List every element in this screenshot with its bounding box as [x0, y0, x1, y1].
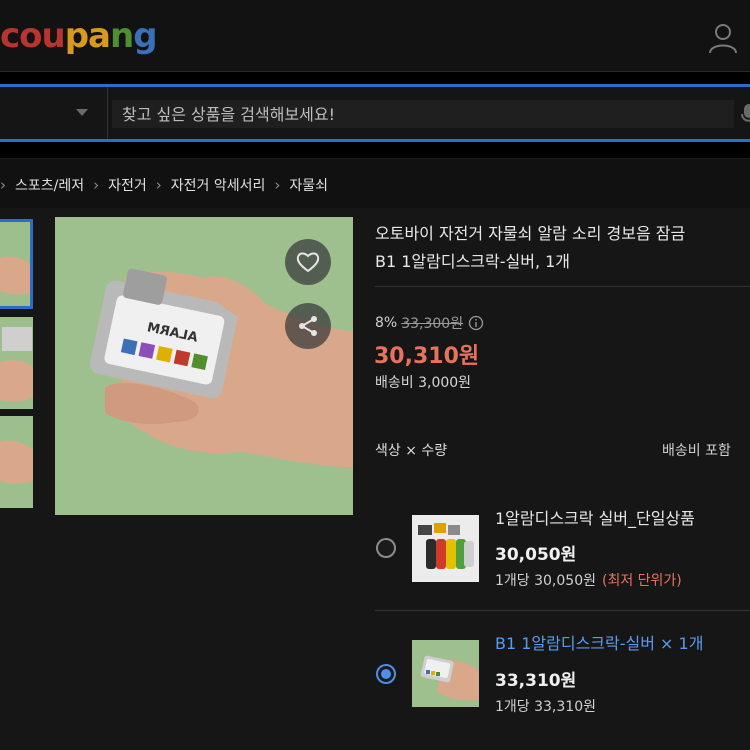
gallery-thumbnail[interactable]: [0, 317, 33, 409]
gallery-thumbnail[interactable]: [0, 219, 33, 309]
info-icon[interactable]: [468, 315, 484, 331]
option-thumbnail[interactable]: [412, 640, 479, 707]
option-unit-price: 1개당 30,050원 (최저 단위가): [495, 570, 682, 590]
gallery-thumbnail[interactable]: [0, 416, 33, 508]
option-price: 33,310원: [495, 671, 577, 691]
logo-part-3: n: [110, 16, 134, 56]
product-title-line-1: 오토바이 자전거 자물쇠 알람 소리 경보음 잠금: [375, 224, 686, 243]
product-title-line-2: B1 1알람디스크락-실버, 1개: [375, 252, 571, 271]
logo-part-4: g: [133, 16, 157, 56]
caret-down-icon: [76, 109, 88, 116]
search-input[interactable]: [112, 100, 734, 128]
option-radio-selected[interactable]: [376, 664, 396, 684]
option-unit-price: 1개당 33,310원: [495, 699, 596, 715]
chevron-right-icon: ›: [274, 176, 281, 194]
divider: [375, 286, 750, 287]
shipping-included-toggle[interactable]: 배송비 포함: [662, 440, 731, 460]
chevron-right-icon: ›: [93, 176, 100, 194]
divider: [375, 610, 750, 611]
lowest-unit-price-badge: (최저 단위가): [601, 573, 682, 589]
chevron-right-icon: ›: [155, 176, 162, 194]
sale-price: 30,310원: [374, 344, 480, 369]
share-icon: [299, 316, 317, 336]
product-title: 오토바이 자전거 자물쇠 알람 소리 경보음 잠금 B1 1알람디스크락-실버,…: [375, 220, 750, 276]
logo-part-1: cou: [0, 16, 66, 56]
mic-icon[interactable]: [740, 101, 750, 127]
logo-part-2: pa: [64, 16, 111, 56]
chevron-right-icon: ›: [0, 176, 6, 194]
shipping-fee: 배송비 3,000원: [375, 375, 472, 391]
wishlist-button[interactable]: [285, 239, 331, 285]
option-price: 30,050원: [495, 545, 577, 565]
breadcrumb-item-sports[interactable]: 스포츠/레저: [15, 175, 84, 195]
breadcrumb-item-bicycle[interactable]: 자전거: [108, 175, 147, 195]
discount-rate: 8%: [375, 315, 398, 331]
option-name-selected: B1 1알람디스크락-실버 × 1개: [495, 634, 704, 653]
header: coupang: [0, 0, 750, 72]
user-icon[interactable]: [705, 20, 741, 56]
option-label: 색상 × 수량: [375, 443, 448, 459]
discount-row: 8% 33,300원: [375, 313, 484, 333]
breadcrumb-item-bicycle-accessories[interactable]: 자전거 악세서리: [171, 175, 266, 195]
option-radio[interactable]: [376, 538, 396, 558]
share-button[interactable]: [285, 303, 331, 349]
unit-price-text: 1개당 30,050원: [495, 573, 596, 589]
category-select[interactable]: [0, 87, 108, 139]
search-bar: [0, 84, 750, 142]
breadcrumb-item-lock[interactable]: 자물쇠: [289, 175, 328, 195]
original-price: 33,300원: [401, 316, 464, 332]
coupang-logo[interactable]: coupang: [0, 16, 158, 56]
option-name: 1알람디스크락 실버_단일상품: [495, 509, 695, 528]
breadcrumb: › 스포츠/레저 › 자전거 › 자전거 악세서리 › 자물쇠: [0, 158, 750, 208]
heart-icon: [296, 252, 320, 273]
option-thumbnail[interactable]: [412, 515, 479, 582]
